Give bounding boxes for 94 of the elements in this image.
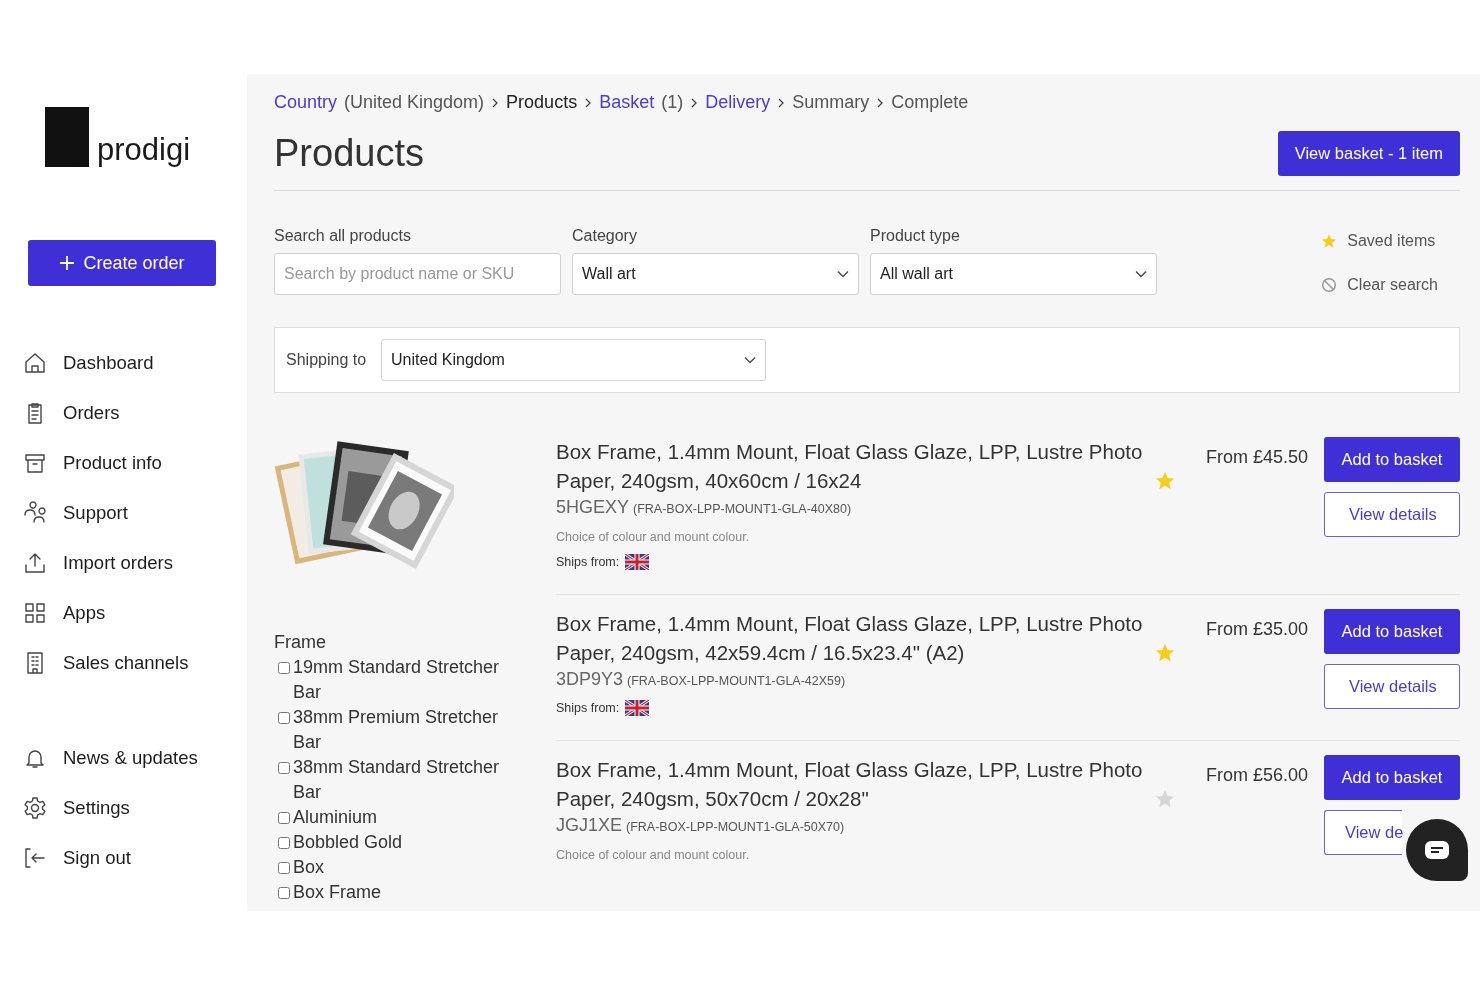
field-label: Product type: [870, 227, 961, 245]
product-price: From £56.00: [1205, 765, 1308, 787]
product-title: Box Frame, 1.4mm Mount, Float Glass Glaze, LPP, Lustre Photo Paper, 240gsm, 42x59.4cm / 16.5x23.4" (A2): [556, 611, 1144, 666]
chevron-icon: [690, 97, 699, 108]
ships-from-label: Ships from:: [556, 701, 620, 715]
star-icon[interactable]: [1154, 788, 1176, 809]
nav-item[interactable]: Product info: [0, 438, 247, 488]
home-icon: [23, 351, 47, 375]
nav-item[interactable]: Dashboard: [0, 338, 247, 388]
add-to-basket-button[interactable]: Add to basket: [1324, 755, 1460, 800]
filter-option-label: 38mm Premium Stretcher Bar: [293, 706, 500, 754]
settings-icon: [23, 796, 47, 820]
breadcrumb-step: Summary: [792, 92, 870, 113]
star-icon[interactable]: [1154, 642, 1176, 663]
nav-item[interactable]: Support: [0, 488, 247, 538]
product-note: Choice of colour and mount colour.: [556, 848, 751, 862]
product-title: Box Frame, 1.4mm Mount, Float Glass Glaze, LPP, Lustre Photo Paper, 240gsm, 50x70cm / 20x28": [556, 757, 1144, 812]
dropdown[interactable]: United Kingdom: [381, 339, 767, 381]
plus-icon: [59, 255, 76, 271]
product-code: 3DP9Y3: [556, 669, 624, 689]
product-code: JGJ1XE: [556, 815, 623, 835]
add-to-basket-button[interactable]: Add to basket: [1324, 609, 1460, 654]
prohibited-icon: [1321, 277, 1338, 293]
star-icon: [1321, 233, 1338, 249]
product-sku: (FRA-BOX-LPP-MOUNT1-GLA-40X80): [633, 502, 852, 516]
caret-icon: [744, 356, 757, 364]
filter-option-label: Box: [293, 856, 325, 879]
search-field[interactable]: Search by product name or SKU: [274, 253, 561, 295]
checkbox[interactable]: [278, 812, 290, 824]
ships-from-label: Ships from:: [556, 555, 620, 569]
view-details-button[interactable]: View details: [1324, 664, 1460, 709]
view-details-button[interactable]: View de: [1324, 810, 1402, 855]
caret-icon: [1135, 270, 1147, 278]
chevron-icon: [876, 97, 885, 108]
filter-option-label: Bobbled Gold: [293, 831, 403, 854]
filter-option-label: 19mm Standard Stretcher Bar: [293, 656, 501, 704]
checkbox[interactable]: [278, 887, 290, 899]
breadcrumb-link[interactable]: Country: [274, 92, 338, 113]
nav-item[interactable]: Import orders: [0, 538, 247, 588]
product-price: From £35.00: [1205, 619, 1308, 641]
checkbox[interactable]: [278, 662, 290, 674]
flag-icon: [625, 554, 650, 570]
archive-icon: [23, 451, 47, 475]
product-sku: (FRA-BOX-LPP-MOUNT1-GLA-42X59): [627, 674, 846, 688]
chat-icon: [1424, 840, 1450, 860]
chevron-icon: [491, 97, 500, 108]
dropdown[interactable]: Wall art: [572, 253, 859, 295]
clear-search-link[interactable]: Clear search: [1321, 276, 1438, 294]
logo-mark-icon: [45, 107, 89, 167]
star-icon[interactable]: [1154, 470, 1176, 491]
people-icon: [23, 501, 47, 525]
view-details-button[interactable]: View details: [1324, 492, 1460, 537]
nav-item[interactable]: Settings: [0, 783, 247, 833]
checkbox[interactable]: [278, 837, 290, 849]
filter-option-label: 38mm Standard Stretcher Bar: [293, 756, 501, 804]
chevron-icon: [777, 97, 786, 108]
nav-item[interactable]: Apps: [0, 588, 247, 638]
page-title: Products: [274, 132, 424, 175]
checkbox[interactable]: [278, 762, 290, 774]
field-label: Category: [572, 227, 638, 245]
filter-option-label: Box Frame: [293, 881, 382, 904]
view-basket-button[interactable]: View basket - 1 item: [1277, 131, 1460, 176]
logo-text: prodigi: [97, 134, 191, 165]
breadcrumb-step: Products: [506, 92, 578, 113]
product-title: Box Frame, 1.4mm Mount, Float Glass Glaze, LPP, Lustre Photo Paper, 240gsm, 40x60cm / 16x24: [556, 439, 1144, 494]
nav-item[interactable]: News & updates: [0, 733, 247, 783]
breadcrumb-link[interactable]: Delivery: [705, 92, 771, 113]
caret-icon: [837, 270, 849, 278]
breadcrumb-count: (United Kingdom): [344, 92, 485, 113]
nav-item[interactable]: Sales channels: [0, 638, 247, 688]
flag-icon: [625, 700, 650, 716]
filter-option-label: Aluminium: [293, 806, 378, 829]
product-price: From £45.50: [1205, 447, 1308, 469]
saved-items-link[interactable]: Saved items: [1321, 232, 1438, 250]
checkbox[interactable]: [278, 862, 290, 874]
chevron-icon: [584, 97, 593, 108]
product-note: Choice of colour and mount colour.: [556, 530, 751, 544]
breadcrumb-count: (1): [661, 92, 684, 113]
field-label: Shipping to: [286, 351, 367, 369]
breadcrumb-step: Complete: [891, 92, 969, 113]
nav-item[interactable]: Sign out: [0, 833, 247, 883]
dropdown[interactable]: All wall art: [870, 253, 1157, 295]
sign-out-icon: [23, 846, 47, 870]
filter-heading: Frame: [274, 631, 327, 654]
product-code: 5HGEXY: [556, 497, 630, 517]
product-sku: (FRA-BOX-LPP-MOUNT1-GLA-50X70): [626, 820, 845, 834]
breadcrumb-link[interactable]: Basket: [599, 92, 655, 113]
nav-item[interactable]: Orders: [0, 388, 247, 438]
create-order-button[interactable]: Create order: [28, 240, 216, 286]
add-to-basket-button[interactable]: Add to basket: [1324, 437, 1460, 482]
grid-icon: [23, 601, 47, 625]
upload-icon: [23, 551, 47, 575]
field-label: Search all products: [274, 227, 412, 245]
checkbox[interactable]: [278, 712, 290, 724]
